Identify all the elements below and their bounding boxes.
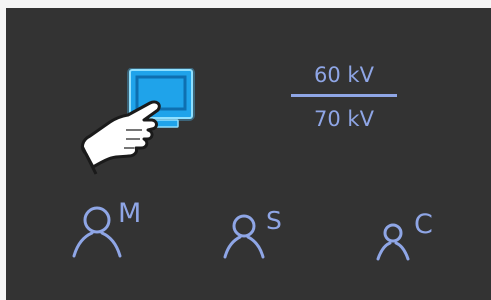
monitor-button[interactable] [76,68,206,188]
user-m-letter: M [118,198,142,229]
user-m-button[interactable]: M [70,198,160,258]
user-c-button[interactable]: C [375,209,455,264]
pointing-hand-icon [80,100,161,175]
voltage-upper: 60 kV [314,63,374,87]
user-c-letter: C [414,209,433,240]
user-s-button[interactable]: S [223,206,303,261]
user-s-letter: S [266,206,282,235]
control-panel: 60 kV 70 kV M S C [6,8,491,300]
voltage-display[interactable]: 60 kV 70 kV [290,62,398,140]
voltage-lower: 70 kV [314,107,374,131]
voltage-divider [291,94,397,97]
